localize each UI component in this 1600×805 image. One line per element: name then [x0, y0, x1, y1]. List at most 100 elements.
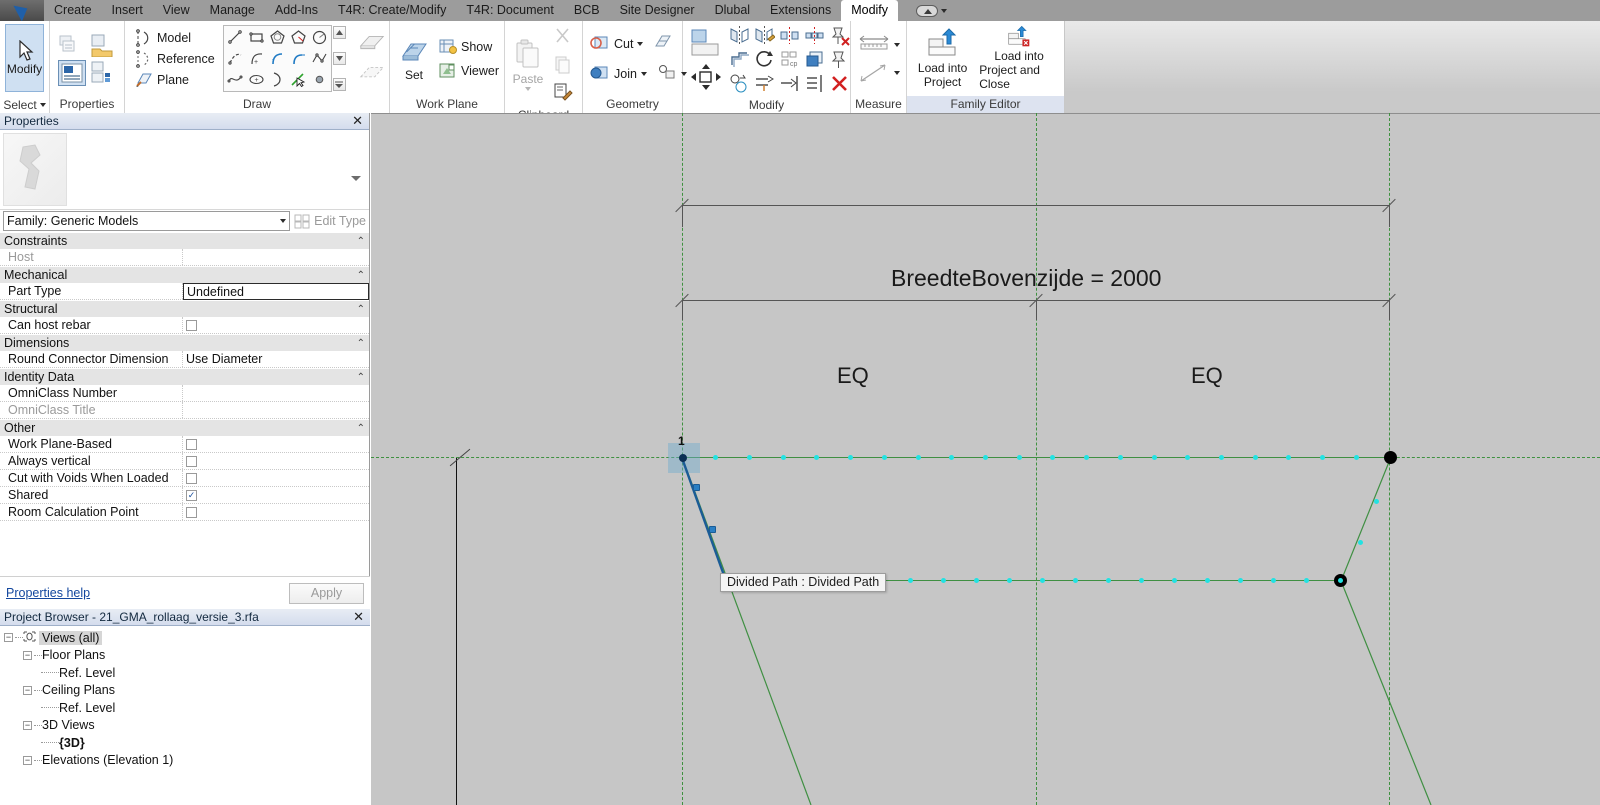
match-type-properties-icon[interactable]: [549, 79, 577, 105]
expander-icon[interactable]: −: [23, 650, 32, 660]
scroll-down-icon[interactable]: [332, 52, 346, 65]
mirror-offset-icon[interactable]: [802, 23, 827, 47]
paste-button[interactable]: Paste: [509, 29, 547, 99]
rotate-icon[interactable]: [752, 47, 777, 71]
divided-path-node[interactable]: [973, 577, 979, 583]
property-row-host[interactable]: Host: [0, 249, 369, 266]
tab-bcb[interactable]: BCB: [564, 0, 610, 21]
property-row-can-host-rebar[interactable]: Can host rebar: [0, 317, 369, 334]
draw-shape-gallery[interactable]: + +: [222, 25, 332, 92]
divided-path-node[interactable]: [1271, 577, 1277, 583]
measure-2-chevron-down-icon[interactable]: [893, 70, 900, 75]
tab-site-designer[interactable]: Site Designer: [610, 0, 705, 21]
load-into-project-and-close-button[interactable]: Load into Project and Close: [979, 25, 1059, 91]
property-value[interactable]: Undefined: [183, 283, 369, 300]
divided-path-node[interactable]: [848, 454, 854, 460]
divided-path-node[interactable]: [1304, 577, 1310, 583]
load-into-project-button[interactable]: Load into Project: [912, 25, 973, 91]
properties-group-identity-data[interactable]: Identity Data ⌃: [0, 368, 369, 385]
expander-icon[interactable]: −: [23, 755, 32, 765]
divided-path-node[interactable]: [1286, 454, 1292, 460]
divided-path-node[interactable]: [1320, 454, 1326, 460]
switch-join-order-icon[interactable]: [657, 62, 677, 85]
property-row-work-plane-based[interactable]: Work Plane-Based: [0, 436, 369, 453]
draw-ellipse-icon[interactable]: +: [246, 69, 267, 90]
properties-chevron-down-icon[interactable]: [351, 176, 361, 181]
draw-partial-ellipse-icon[interactable]: [267, 69, 288, 90]
draw-line-icon[interactable]: [225, 27, 246, 48]
collapse-icon[interactable]: ⌃: [357, 338, 365, 349]
property-value[interactable]: [183, 504, 369, 520]
collapse-icon[interactable]: ⌃: [357, 423, 365, 434]
draw-arc-3point-icon[interactable]: [225, 48, 246, 69]
draw-reference-button[interactable]: Reference: [135, 49, 215, 68]
draw-spline-icon[interactable]: [225, 69, 246, 90]
divided-path-node[interactable]: [940, 577, 946, 583]
tab-view[interactable]: View: [153, 0, 200, 21]
divided-path-node[interactable]: [915, 454, 921, 460]
divided-path-node[interactable]: [1016, 454, 1022, 460]
divided-path-node[interactable]: [881, 454, 887, 460]
divided-path-node[interactable]: [1238, 577, 1244, 583]
paste-chevron-down-icon[interactable]: [525, 86, 531, 91]
divided-path-node[interactable]: [1073, 577, 1078, 583]
move-icon[interactable]: [689, 62, 723, 92]
edit-type-button[interactable]: Edit Type: [294, 214, 366, 229]
draw-fillet-arc-icon[interactable]: [288, 48, 309, 69]
split-face-icon[interactable]: [653, 32, 673, 55]
eq-label-right[interactable]: EQ: [1191, 363, 1223, 389]
checkbox-work-plane-based[interactable]: [186, 438, 197, 450]
selected-path-node[interactable]: [693, 484, 700, 491]
pin-icon[interactable]: [827, 47, 852, 71]
divided-path-node[interactable]: [907, 577, 913, 583]
collapse-icon[interactable]: ⌃: [357, 270, 365, 281]
unpin-icon[interactable]: [827, 23, 852, 47]
measure-chevron-down-icon[interactable]: [893, 42, 900, 47]
type-properties-icon[interactable]: [58, 32, 86, 58]
family-types-icon[interactable]: [89, 32, 117, 58]
property-value[interactable]: [183, 436, 369, 452]
cut-chevron-down-icon[interactable]: [637, 41, 644, 46]
mirror-pick-axis-icon[interactable]: [727, 23, 752, 47]
draw-inscribed-polygon-icon[interactable]: [267, 27, 288, 48]
tree-node-3d-default[interactable]: {3D}: [2, 734, 370, 752]
reference-plane-center[interactable]: [1036, 113, 1037, 805]
tab-manage[interactable]: Manage: [200, 0, 265, 21]
copy-icon[interactable]: cp: [777, 47, 802, 71]
properties-palette-icon[interactable]: [57, 59, 86, 86]
chevron-down-icon[interactable]: [941, 8, 948, 13]
mirror-draw-axis-icon[interactable]: [752, 23, 777, 47]
tree-node-views-all[interactable]: − Views (all): [2, 629, 370, 647]
divided-path-node[interactable]: [1151, 454, 1157, 460]
mirror-horizontal-icon[interactable]: [777, 23, 802, 47]
collapse-icon[interactable]: ⌃: [357, 372, 365, 383]
scroll-up-icon[interactable]: [332, 26, 346, 39]
tab-create[interactable]: Create: [44, 0, 102, 21]
show-workplane-button[interactable]: Show: [438, 37, 499, 56]
properties-group-constraints[interactable]: Constraints ⌃: [0, 232, 369, 249]
copy-to-clipboard-icon[interactable]: [549, 51, 577, 77]
tab-t4r-document[interactable]: T4R: Document: [456, 0, 564, 21]
draw-rectangle-icon[interactable]: [246, 27, 267, 48]
tab-dlubal[interactable]: Dlubal: [705, 0, 760, 21]
property-row-part-type[interactable]: Part Type Undefined: [0, 283, 369, 300]
tree-node-floor-plans[interactable]: − Floor Plans: [2, 647, 370, 665]
draw-plane-button[interactable]: Plane: [135, 71, 215, 89]
modify-tool-button[interactable]: Modify: [5, 24, 44, 92]
select-panel-chevron-down-icon[interactable]: [39, 102, 46, 107]
scale-icon[interactable]: [727, 71, 752, 95]
close-icon[interactable]: ✕: [350, 114, 365, 127]
eq-label-left[interactable]: EQ: [837, 363, 869, 389]
project-units-icon[interactable]: [89, 60, 117, 86]
tab-t4r-create-modify[interactable]: T4R: Create/Modify: [328, 0, 456, 21]
ribbon-display-options[interactable]: [916, 0, 948, 21]
checkbox-shared[interactable]: ✓: [186, 489, 197, 501]
divided-path-node[interactable]: [1185, 454, 1191, 460]
divided-path-node[interactable]: [780, 454, 786, 460]
property-row-round-connector-dimension[interactable]: Round Connector Dimension Use Diameter: [0, 351, 369, 368]
property-row-omniclass-title[interactable]: OmniClass Title: [0, 402, 369, 419]
collapse-icon[interactable]: ⌃: [357, 236, 365, 247]
divided-path-node[interactable]: [982, 454, 988, 460]
divided-path-node[interactable]: [1172, 577, 1178, 583]
tab-modify[interactable]: Modify: [841, 0, 899, 21]
